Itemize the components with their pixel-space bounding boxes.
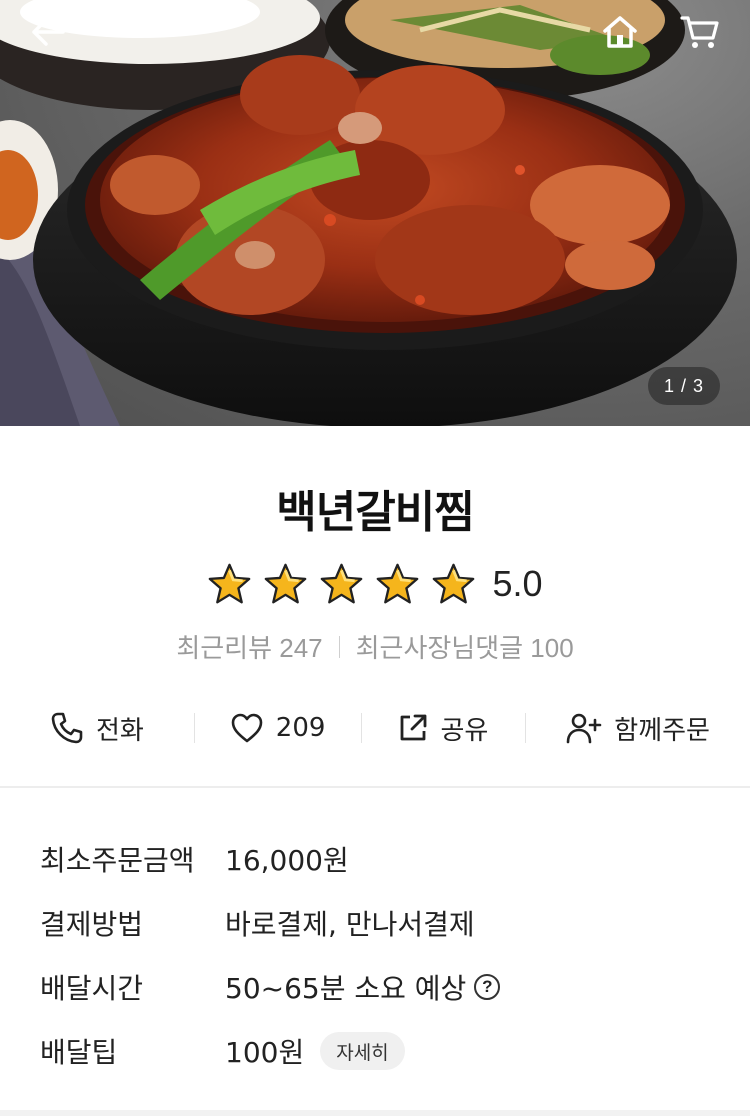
- back-arrow-icon: [32, 18, 65, 46]
- divider: [338, 635, 340, 658]
- group-order-label: 함께주문: [614, 715, 710, 746]
- back-button[interactable]: [26, 10, 70, 54]
- call-button[interactable]: 전화: [0, 700, 194, 756]
- group-order-button[interactable]: 함께주문: [526, 700, 750, 756]
- rating-value: 5.0: [492, 563, 543, 604]
- action-bar: 전화 209 공유 함께주문: [0, 700, 750, 756]
- delivery-tip-label: 배달팁: [40, 1036, 118, 1069]
- heart-icon: [231, 713, 263, 743]
- braised-ribs-photo: [0, 0, 737, 426]
- cart-icon: [680, 16, 719, 48]
- section-divider: [0, 1110, 750, 1116]
- share-icon: [401, 714, 427, 741]
- delivery-time-label: 배달시간: [40, 972, 144, 1005]
- review-summary[interactable]: 최근리뷰 247 최근사장님댓글 100: [0, 628, 750, 665]
- min-order-label: 최소주문금액: [40, 844, 195, 877]
- home-icon: [603, 16, 637, 48]
- share-button[interactable]: 공유: [362, 700, 526, 756]
- call-label: 전화: [95, 715, 144, 746]
- delivery-time-row: 배달시간 50~65분 소요 예상 ?: [40, 964, 501, 1010]
- delivery-tip-value: 100원: [225, 1036, 305, 1069]
- star-icon: [265, 563, 307, 603]
- min-order-value: 16,000원: [225, 844, 349, 877]
- delivery-time-value-wrap: 50~65분 소요 예상 ?: [225, 967, 501, 1007]
- like-count: 209: [275, 713, 326, 743]
- recent-reviews[interactable]: 최근리뷰 247: [176, 628, 322, 665]
- cart-button[interactable]: [678, 10, 722, 54]
- payment-value: 바로결제, 만나서결제: [225, 908, 475, 941]
- share-label: 공유: [440, 715, 489, 746]
- like-button[interactable]: 209: [195, 700, 361, 756]
- delivery-time-value: 50~65분 소요 예상: [225, 972, 467, 1005]
- store-photo[interactable]: 1 / 3: [0, 0, 750, 426]
- delivery-tip-detail-button[interactable]: 자세히: [320, 1032, 405, 1070]
- delivery-tip-value-wrap: 100원 자세히: [225, 1031, 405, 1071]
- photo-page-indicator: 1 / 3: [648, 367, 720, 405]
- star-icon: [209, 563, 251, 603]
- star-icon: [321, 563, 363, 603]
- star-icon: [377, 563, 419, 603]
- rating-row[interactable]: 5.0: [0, 556, 750, 612]
- owner-replies[interactable]: 최근사장님댓글 100: [356, 628, 574, 665]
- min-order-row: 최소주문금액 16,000원: [40, 836, 349, 882]
- payment-label: 결제방법: [40, 908, 144, 941]
- store-name: 백년갈비찜: [276, 487, 474, 538]
- help-icon[interactable]: ?: [474, 974, 501, 1000]
- star-icon: [433, 563, 475, 603]
- payment-row: 결제방법 바로결제, 만나서결제: [40, 900, 475, 946]
- rating-stars: [207, 562, 476, 607]
- section-divider: [0, 786, 750, 788]
- add-user-icon: [566, 713, 602, 744]
- phone-icon: [51, 712, 83, 744]
- delivery-tip-row: 배달팁 100원 자세히: [40, 1028, 405, 1074]
- home-button[interactable]: [598, 10, 642, 54]
